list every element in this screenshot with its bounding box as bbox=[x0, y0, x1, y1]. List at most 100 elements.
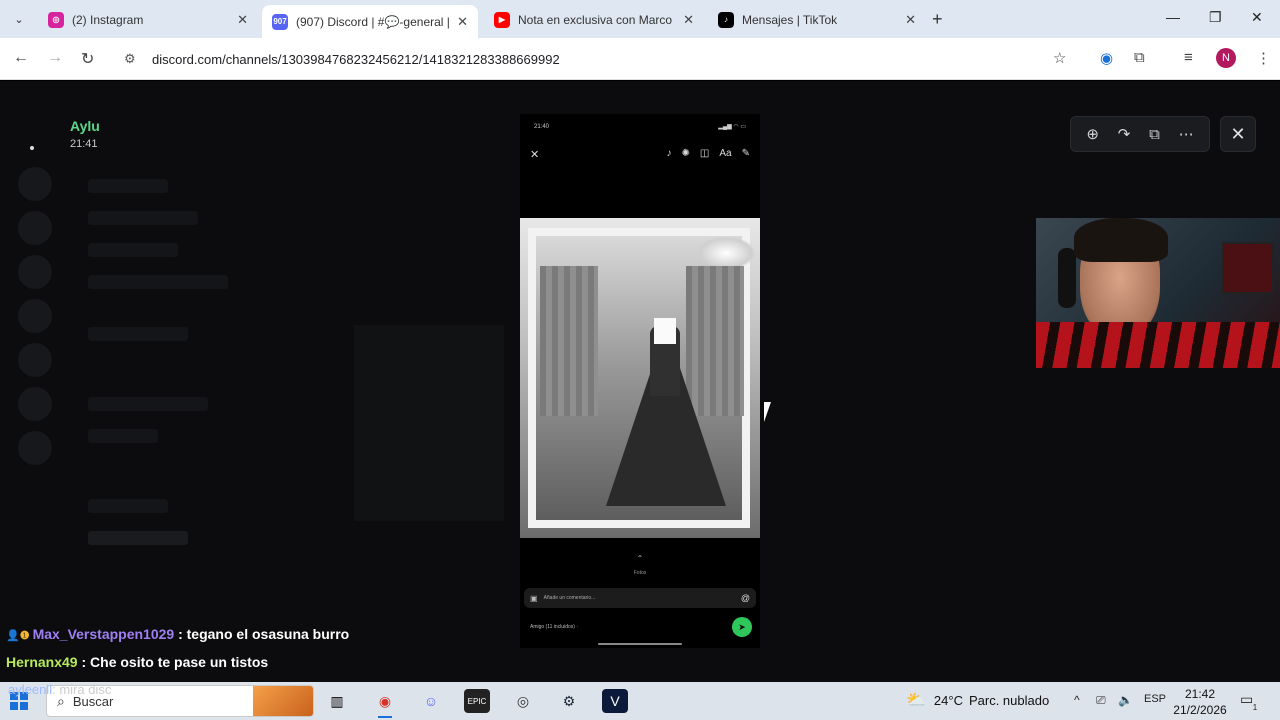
image-viewer-toolbar: ⊕ ↷ ⧉ ⋯ bbox=[1070, 116, 1210, 152]
channel-placeholder bbox=[88, 275, 228, 289]
server-icon bbox=[18, 343, 52, 377]
window-close-button[interactable]: ✕ bbox=[1251, 9, 1263, 26]
weather-widget[interactable]: ⛅ 24°C Parc. nublado bbox=[906, 690, 1049, 710]
close-icon[interactable]: ✕ bbox=[237, 12, 248, 28]
striped-shirt bbox=[1036, 322, 1280, 368]
tab-title: (2) Instagram bbox=[72, 12, 144, 27]
discord-taskbar-icon[interactable]: ☺ bbox=[418, 689, 444, 713]
media-controls-icon[interactable]: ≡ bbox=[1184, 49, 1193, 66]
server-icon bbox=[18, 255, 52, 289]
chrome-menu-icon[interactable]: ⋮ bbox=[1256, 49, 1271, 67]
chrome-taskbar-icon[interactable]: ◉ bbox=[372, 689, 398, 718]
stream-chat-message: 👤❶ Max_Verstappen1029 : tegano el osasuna… bbox=[6, 626, 349, 642]
clock-time: 21:42 bbox=[1184, 687, 1216, 701]
chat-username: Max_Verstappen1029 bbox=[32, 626, 175, 642]
chat-username: Hernanx49 bbox=[6, 654, 78, 670]
steam-icon[interactable]: ⚙ bbox=[556, 689, 582, 713]
comment-placeholder: Añade un comentario... bbox=[543, 595, 596, 601]
app-v-icon[interactable]: V bbox=[602, 689, 628, 713]
draw-icon: ✎ bbox=[741, 148, 750, 159]
new-tab-button[interactable]: + bbox=[932, 9, 943, 30]
music-icon: ♪ bbox=[666, 148, 672, 159]
weather-temp: 24°C bbox=[933, 692, 963, 708]
channel-placeholder bbox=[88, 429, 158, 443]
epic-games-icon[interactable]: EPIC bbox=[464, 689, 490, 713]
mirror-selfie-photo bbox=[520, 218, 760, 538]
stray-cursor-dot bbox=[30, 146, 34, 150]
site-info-icon[interactable]: ⚙ bbox=[124, 51, 142, 67]
chat-badges-icon: 👤❶ bbox=[6, 630, 30, 642]
chat-username: ayleenll bbox=[8, 682, 53, 697]
forward-share-icon[interactable]: ↷ bbox=[1118, 125, 1131, 143]
language-indicator[interactable]: ESP bbox=[1144, 693, 1166, 705]
clock-date: 21/2/2026 bbox=[1173, 703, 1227, 717]
phone-covering-face bbox=[654, 318, 676, 344]
forward-button[interactable]: → bbox=[47, 49, 63, 67]
tray-chevron-icon[interactable]: ^ bbox=[1074, 693, 1080, 707]
phone-screenshot: 21:40 ▂▄▆ ◠ ▭ ✕ ♪ ✺ ◫ Aa ✎ ⌃ Fotos ▣ Aña… bbox=[520, 114, 760, 648]
server-icon bbox=[18, 387, 52, 421]
swipe-up-label: Fotos bbox=[633, 570, 647, 576]
back-button[interactable]: ← bbox=[13, 49, 29, 67]
streamer-webcam bbox=[1036, 218, 1280, 368]
uploader-timestamp: 21:41 bbox=[70, 138, 98, 150]
text-icon: Aa bbox=[719, 148, 732, 159]
sticker-icon: ◫ bbox=[699, 148, 710, 159]
partly-cloudy-icon: ⛅ bbox=[906, 692, 926, 709]
network-icon[interactable]: ⎚ bbox=[1096, 693, 1106, 708]
notification-icon[interactable]: ▭ 1 bbox=[1240, 691, 1257, 712]
address-bar-row: ← → ↻ ⚙ discord.com/channels/13039847682… bbox=[0, 38, 1280, 80]
channel-placeholder bbox=[88, 397, 208, 411]
tab-search-chevron-icon[interactable]: ⌄ bbox=[8, 8, 30, 30]
effects-icon: ✺ bbox=[681, 148, 690, 159]
chat-text: : mira disc bbox=[52, 682, 112, 697]
extensions-puzzle-icon[interactable]: ⧉ bbox=[1134, 49, 1145, 66]
instagram-icon: ◎ bbox=[48, 11, 64, 28]
channel-placeholder bbox=[88, 327, 188, 341]
phone-close-icon: ✕ bbox=[530, 149, 540, 161]
streamer-hair bbox=[1074, 218, 1168, 262]
discord-icon: 907 bbox=[272, 13, 288, 30]
tab-title: (907) Discord | #💬-general | El bbox=[296, 14, 450, 29]
tab-title: Nota en exclusiva con Marco Ru bbox=[518, 12, 676, 27]
open-external-icon[interactable]: ⧉ bbox=[1149, 126, 1160, 143]
bookmark-star-icon[interactable]: ☆ bbox=[1053, 49, 1066, 67]
youtube-icon: ▶ bbox=[494, 11, 510, 28]
reload-button[interactable]: ↻ bbox=[81, 49, 94, 69]
audience-text: Amigo (11 incluidos) · bbox=[530, 624, 578, 630]
close-icon[interactable]: ✕ bbox=[905, 12, 916, 28]
tab-instagram[interactable]: ◎ (2) Instagram ✕ bbox=[38, 5, 258, 34]
image-uploader-info: Aylu 21:41 bbox=[70, 118, 100, 150]
server-icon bbox=[18, 167, 52, 201]
close-viewer-button[interactable]: ✕ bbox=[1220, 116, 1256, 152]
url-omnibox[interactable]: ⚙ discord.com/channels/13039847682324562… bbox=[112, 44, 1082, 74]
minimize-button[interactable]: — bbox=[1166, 9, 1180, 25]
notification-count: 1 bbox=[1252, 703, 1258, 712]
mention-icon: @ bbox=[740, 593, 750, 603]
more-options-icon[interactable]: ⋯ bbox=[1179, 125, 1194, 143]
zoom-icon[interactable]: ⊕ bbox=[1086, 125, 1099, 143]
message-image-placeholder bbox=[354, 325, 504, 521]
obs-icon[interactable]: ◎ bbox=[510, 689, 536, 713]
url-text[interactable]: discord.com/channels/1303984768232456212… bbox=[152, 52, 560, 67]
close-icon[interactable]: ✕ bbox=[457, 14, 468, 30]
profile-avatar[interactable]: N bbox=[1216, 48, 1236, 68]
phone-status-icons: ▂▄▆ ◠ ▭ bbox=[718, 124, 746, 130]
tab-youtube[interactable]: ▶ Nota en exclusiva con Marco Ru ✕ bbox=[484, 5, 704, 34]
tab-tiktok[interactable]: ♪ Mensajes | TikTok ✕ bbox=[708, 5, 926, 34]
tab-discord[interactable]: 907 (907) Discord | #💬-general | El ✕ bbox=[262, 5, 478, 38]
extension-audio-icon[interactable]: ◉ bbox=[1100, 49, 1113, 67]
browser-tab-bar: ⌄ ◎ (2) Instagram ✕ 907 (907) Discord | … bbox=[0, 0, 1280, 38]
taskbar-clock[interactable]: 21:42 21/2/2026 bbox=[1168, 686, 1232, 718]
restore-button[interactable]: ❐ bbox=[1209, 9, 1222, 26]
windows-taskbar: ⌕ Buscar ▥ ◉ ☺ EPIC ◎ ⚙ V ⛅ 24°C Parc. n… bbox=[0, 682, 1280, 720]
volume-icon[interactable]: 🔈 bbox=[1118, 693, 1133, 707]
uploader-name[interactable]: Aylu bbox=[70, 118, 100, 134]
search-highlight-fox-image bbox=[253, 686, 313, 716]
task-view-icon[interactable]: ▥ bbox=[324, 689, 350, 713]
chat-text: : tegano el osasuna burro bbox=[178, 626, 350, 642]
close-icon[interactable]: ✕ bbox=[683, 12, 694, 28]
phone-status-time: 21:40 bbox=[534, 124, 550, 130]
home-indicator bbox=[598, 643, 682, 645]
weather-condition: Parc. nublado bbox=[968, 692, 1050, 708]
